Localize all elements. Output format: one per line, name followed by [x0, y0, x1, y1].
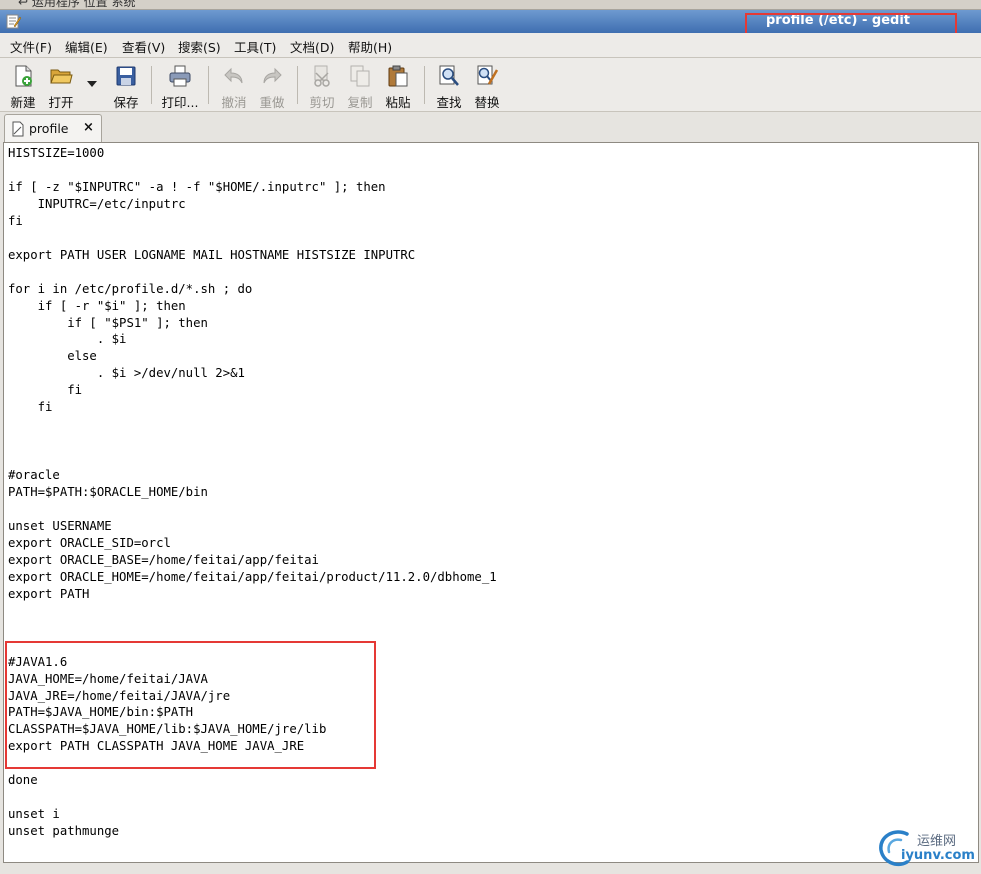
status-bar	[0, 863, 981, 874]
paste-clipboard-icon	[388, 65, 408, 87]
window-title-bar: profile (/etc) - gedit	[0, 10, 981, 61]
document-icon	[12, 121, 24, 137]
copy-icon	[350, 65, 370, 87]
tab-profile-label: profile	[29, 121, 69, 136]
copy-label: 复制	[347, 95, 373, 110]
menu-search[interactable]: 搜索(S)	[178, 37, 221, 56]
cut-label: 剪切	[309, 95, 335, 110]
watermark-line2: iyunv.com	[901, 848, 975, 863]
redo-label: 重做	[259, 95, 285, 110]
menu-bar: 文件(F) 编辑(E) 查看(V) 搜索(S) 工具(T) 文档(D) 帮助(H…	[0, 33, 981, 58]
top-panel-strip: ↩ 运用程序 位置 系统	[0, 0, 981, 10]
paste-button[interactable]: 粘贴	[378, 62, 418, 110]
tab-close-button[interactable]: ×	[83, 120, 94, 135]
tab-profile[interactable]: profile ×	[4, 114, 102, 143]
toolbar-separator	[424, 66, 425, 104]
editor-content[interactable]: HISTSIZE=1000 if [ -z "$INPUTRC" -a ! -f…	[8, 145, 497, 840]
print-label: 打印...	[161, 95, 199, 110]
toolbar: 新建 打开 保存 打印... 撤消 重做 剪切 复制 粘贴 查找 替换	[0, 58, 981, 112]
toolbar-separator	[297, 66, 298, 104]
new-document-icon	[15, 65, 32, 87]
toolbar-separator	[208, 66, 209, 104]
save-button[interactable]: 保存	[106, 62, 146, 110]
menu-help[interactable]: 帮助(H)	[348, 37, 392, 56]
printer-icon	[169, 65, 191, 87]
save-label: 保存	[113, 95, 139, 110]
replace-label: 替换	[474, 95, 500, 110]
undo-label: 撤消	[221, 95, 247, 110]
find-magnifier-icon	[439, 65, 459, 86]
toolbar-separator	[151, 66, 152, 104]
open-recent-dropdown[interactable]	[87, 81, 97, 87]
redo-icon	[263, 67, 282, 84]
cut-button[interactable]: 剪切	[302, 62, 342, 110]
copy-button[interactable]: 复制	[340, 62, 380, 110]
replace-icon	[477, 65, 499, 85]
watermark-line1: 运维网	[917, 834, 957, 849]
text-editor[interactable]: HISTSIZE=1000 if [ -z "$INPUTRC" -a ! -f…	[3, 142, 979, 863]
document-tab-bar: profile ×	[0, 112, 981, 143]
menu-edit[interactable]: 编辑(E)	[65, 37, 108, 56]
menu-view[interactable]: 查看(V)	[122, 37, 165, 56]
undo-icon	[224, 67, 243, 84]
menu-documents[interactable]: 文档(D)	[290, 37, 334, 56]
redo-button[interactable]: 重做	[252, 62, 292, 110]
print-button[interactable]: 打印...	[160, 62, 200, 110]
open-folder-icon	[50, 69, 73, 84]
menu-tools[interactable]: 工具(T)	[234, 37, 276, 56]
menu-file[interactable]: 文件(F)	[10, 37, 52, 56]
replace-button[interactable]: 替换	[467, 62, 507, 110]
top-panel-text: ↩ 运用程序 位置 系统	[18, 0, 136, 9]
new-label: 新建	[10, 95, 36, 110]
new-button[interactable]: 新建	[3, 62, 43, 110]
undo-button[interactable]: 撤消	[214, 62, 254, 110]
cut-scissors-icon	[314, 65, 330, 87]
find-button[interactable]: 查找	[429, 62, 469, 110]
watermark-logo: 运维网 iyunv.com	[877, 826, 977, 868]
open-button[interactable]: 打开	[41, 62, 81, 110]
find-label: 查找	[436, 95, 462, 110]
open-label: 打开	[48, 95, 74, 110]
save-disk-icon	[116, 66, 136, 86]
window-title: profile (/etc) - gedit	[766, 13, 910, 28]
paste-label: 粘贴	[385, 95, 411, 110]
gedit-app-icon	[6, 14, 21, 29]
